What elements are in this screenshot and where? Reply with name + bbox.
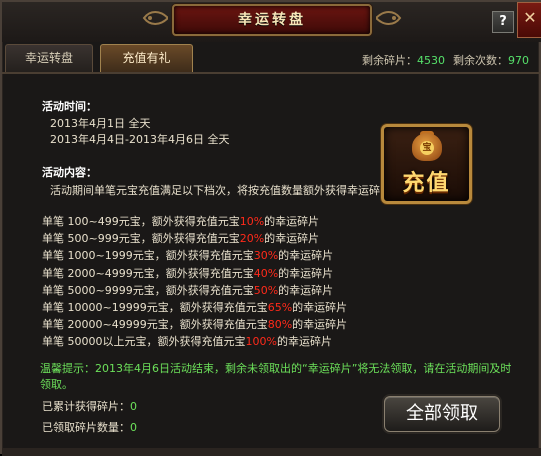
tier-row: 单笔 20000~49999元宝，额外获得充值元宝80%的幸运碎片 — [42, 316, 347, 332]
tier-suffix: 的幸运碎片 — [264, 232, 320, 246]
lucky-wheel-window: 幸运转盘 ? ✕ 幸运转盘 充值有礼 剩余碎片：4530 剩余次数：970 活动… — [0, 0, 541, 456]
title-bar: 幸运转盘 ? ✕ — [2, 2, 541, 42]
tier-suffix: 的幸运碎片 — [292, 318, 348, 332]
activity-time-line: 2013年4月4日-2013年4月6日 全天 — [50, 133, 230, 146]
tier-percent: 30% — [253, 249, 279, 263]
claimed-fragments: 已领取碎片数量：0 — [42, 419, 137, 435]
tier-suffix: 的幸运碎片 — [278, 249, 334, 263]
tier-percent: 10% — [239, 215, 265, 228]
activity-intro: 活动期间单笔元宝充值满足以下档次，将按充值数量额外获得幸运碎片 — [50, 184, 391, 197]
claimed-value: 0 — [130, 421, 137, 434]
tab-recharge-gift[interactable]: 充值有礼 — [100, 44, 193, 72]
tier-prefix: 单笔 10000~19999元宝，额外获得充值元宝 — [42, 301, 268, 314]
tier-suffix: 的幸运碎片 — [292, 301, 348, 314]
tier-row: 单笔 10000~19999元宝，额外获得充值元宝65%的幸运碎片 — [42, 299, 347, 315]
tier-prefix: 单笔 20000~49999元宝，额外获得充值元宝 — [42, 318, 268, 332]
tier-percent: 20% — [239, 232, 265, 246]
bottom-frame — [2, 448, 541, 456]
coin-icon: 宝 — [420, 141, 434, 155]
tier-prefix: 单笔 1000~1999元宝，额外获得充值元宝 — [42, 249, 254, 263]
remaining-times-label: 剩余次数： — [453, 54, 508, 67]
recharge-label: 充值 — [402, 171, 451, 196]
tier-row: 单笔 1000~1999元宝，额外获得充值元宝30%的幸运碎片 — [42, 247, 333, 263]
tier-percent: 50% — [253, 283, 279, 297]
accumulated-value: 0 — [130, 400, 137, 413]
close-button[interactable]: ✕ — [517, 2, 541, 38]
tier-row: 单笔 50000以上元宝，额外获得充值元宝100%的幸运碎片 — [42, 333, 332, 349]
activity-time-line: 2013年4月1日 全天 — [50, 117, 151, 130]
remaining-times-value: 970 — [508, 54, 529, 67]
window-title: 幸运转盘 — [238, 12, 306, 28]
accumulated-fragments: 已累计获得碎片：0 — [42, 398, 137, 414]
tier-row: 单笔 5000~9999元宝，额外获得充值元宝50%的幸运碎片 — [42, 282, 333, 298]
remaining-times: 剩余次数：970 — [453, 52, 529, 68]
tier-percent: 65% — [267, 301, 293, 314]
tier-prefix: 单笔 2000~4999元宝，额外获得充值元宝 — [42, 266, 254, 280]
help-button[interactable]: ? — [492, 11, 514, 33]
tier-row: 单笔 2000~4999元宝，额外获得充值元宝40%的幸运碎片 — [42, 265, 333, 281]
title-ornament-right — [376, 11, 402, 25]
title-plate: 幸运转盘 — [172, 4, 372, 36]
tier-suffix: 的幸运碎片 — [276, 335, 332, 349]
activity-content-heading: 活动内容： — [42, 166, 97, 179]
remaining-fragments-label: 剩余碎片： — [362, 54, 417, 67]
remaining-fragments: 剩余碎片：4530 — [362, 52, 445, 68]
recharge-button[interactable]: 宝 充值 — [381, 124, 472, 204]
claimed-label: 已领取碎片数量： — [42, 421, 130, 434]
tier-percent: 80% — [267, 318, 293, 332]
notice-line: 领取。 — [40, 378, 73, 391]
tier-row: 单笔 500~999元宝，额外获得充值元宝20%的幸运碎片 — [42, 230, 319, 246]
tier-suffix: 的幸运碎片 — [278, 283, 334, 297]
accumulated-label: 已累计获得碎片： — [42, 400, 130, 413]
title-ornament-left — [142, 11, 168, 25]
tier-prefix: 单笔 5000~9999元宝，额外获得充值元宝 — [42, 283, 254, 297]
tier-suffix: 的幸运碎片 — [278, 266, 334, 280]
tab-lucky-wheel[interactable]: 幸运转盘 — [5, 44, 93, 72]
activity-time-heading: 活动时间： — [42, 100, 97, 113]
tab-divider — [2, 72, 541, 74]
claim-all-button[interactable]: 全部领取 — [384, 396, 500, 432]
tier-prefix: 单笔 50000以上元宝，额外获得充值元宝 — [42, 335, 246, 349]
tier-percent: 40% — [253, 266, 279, 280]
tier-percent: 100% — [245, 335, 277, 349]
tier-prefix: 单笔 500~999元宝，额外获得充值元宝 — [42, 232, 240, 246]
notice-line: 温馨提示：2013年4月6日活动结束，剩余未领取出的“幸运碎片”将无法领取，请在… — [40, 362, 512, 375]
tier-suffix: 的幸运碎片 — [264, 215, 320, 228]
tier-row: 单笔 100~499元宝，额外获得充值元宝10%的幸运碎片 — [42, 213, 319, 229]
remaining-fragments-value: 4530 — [417, 54, 445, 67]
tier-prefix: 单笔 100~499元宝，额外获得充值元宝 — [42, 215, 240, 228]
